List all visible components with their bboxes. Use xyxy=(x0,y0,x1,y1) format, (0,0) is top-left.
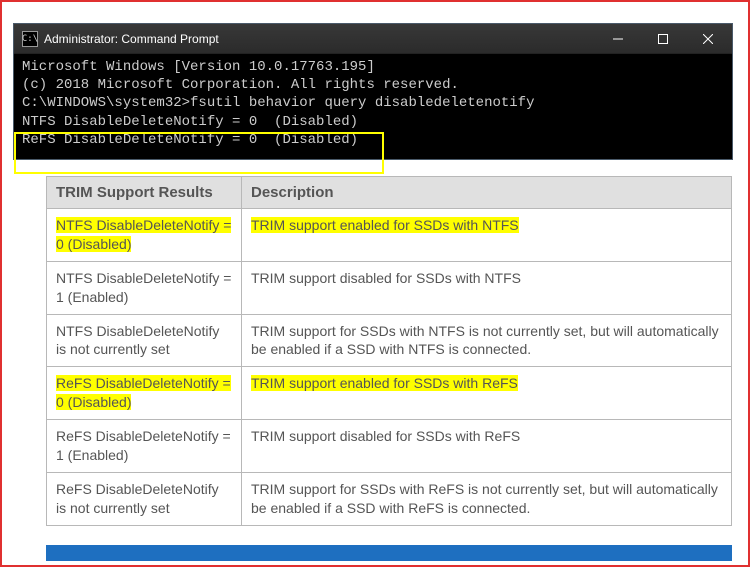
cell-result: NTFS DisableDeleteNotify is not currentl… xyxy=(47,314,242,367)
header-description: Description xyxy=(242,177,732,209)
command-prompt-window: C:\ Administrator: Command Prompt Micros… xyxy=(13,23,733,160)
console-output: ReFS DisableDeleteNotify = 0 (Disabled) xyxy=(22,131,724,149)
console-line: Microsoft Windows [Version 10.0.17763.19… xyxy=(22,58,724,76)
table-header-row: TRIM Support Results Description xyxy=(47,177,732,209)
maximize-icon xyxy=(658,34,668,44)
cell-desc: TRIM support disabled for SSDs with NTFS xyxy=(242,261,732,314)
cell-result: NTFS DisableDeleteNotify = 0 (Disabled) xyxy=(47,209,242,262)
minimize-icon xyxy=(613,34,623,44)
table-row: ReFS DisableDeleteNotify = 1 (Enabled) T… xyxy=(47,420,732,473)
table-row: NTFS DisableDeleteNotify is not currentl… xyxy=(47,314,732,367)
cell-desc: TRIM support for SSDs with ReFS is not c… xyxy=(242,472,732,525)
trim-support-table: TRIM Support Results Description NTFS Di… xyxy=(46,176,732,526)
table-row: ReFS DisableDeleteNotify = 0 (Disabled) … xyxy=(47,367,732,420)
table-container: TRIM Support Results Description NTFS Di… xyxy=(46,176,732,526)
table-row: NTFS DisableDeleteNotify = 0 (Disabled) … xyxy=(47,209,732,262)
cell-result: ReFS DisableDeleteNotify = 0 (Disabled) xyxy=(47,367,242,420)
title-bar[interactable]: C:\ Administrator: Command Prompt xyxy=(14,24,732,54)
cell-result: NTFS DisableDeleteNotify = 1 (Enabled) xyxy=(47,261,242,314)
console-prompt: C:\WINDOWS\system32>fsutil behavior quer… xyxy=(22,94,724,112)
header-results: TRIM Support Results xyxy=(47,177,242,209)
cell-desc: TRIM support enabled for SSDs with NTFS xyxy=(242,209,732,262)
console-line: (c) 2018 Microsoft Corporation. All righ… xyxy=(22,76,724,94)
window-title: Administrator: Command Prompt xyxy=(44,32,595,46)
close-button[interactable] xyxy=(685,25,730,53)
cell-desc: TRIM support enabled for SSDs with ReFS xyxy=(242,367,732,420)
table-row: NTFS DisableDeleteNotify = 1 (Enabled) T… xyxy=(47,261,732,314)
cell-result: ReFS DisableDeleteNotify = 1 (Enabled) xyxy=(47,420,242,473)
cell-desc: TRIM support disabled for SSDs with ReFS xyxy=(242,420,732,473)
footer-strip xyxy=(46,545,732,561)
close-icon xyxy=(703,34,713,44)
maximize-button[interactable] xyxy=(640,25,685,53)
cell-desc: TRIM support for SSDs with NTFS is not c… xyxy=(242,314,732,367)
table-row: ReFS DisableDeleteNotify is not currentl… xyxy=(47,472,732,525)
cell-result: ReFS DisableDeleteNotify is not currentl… xyxy=(47,472,242,525)
console-body[interactable]: Microsoft Windows [Version 10.0.17763.19… xyxy=(14,54,732,159)
console-output: NTFS DisableDeleteNotify = 0 (Disabled) xyxy=(22,113,724,131)
page-container: C:\ Administrator: Command Prompt Micros… xyxy=(0,0,750,567)
window-controls xyxy=(595,25,730,53)
minimize-button[interactable] xyxy=(595,25,640,53)
table-body: NTFS DisableDeleteNotify = 0 (Disabled) … xyxy=(47,209,732,526)
cmd-icon: C:\ xyxy=(22,31,38,47)
